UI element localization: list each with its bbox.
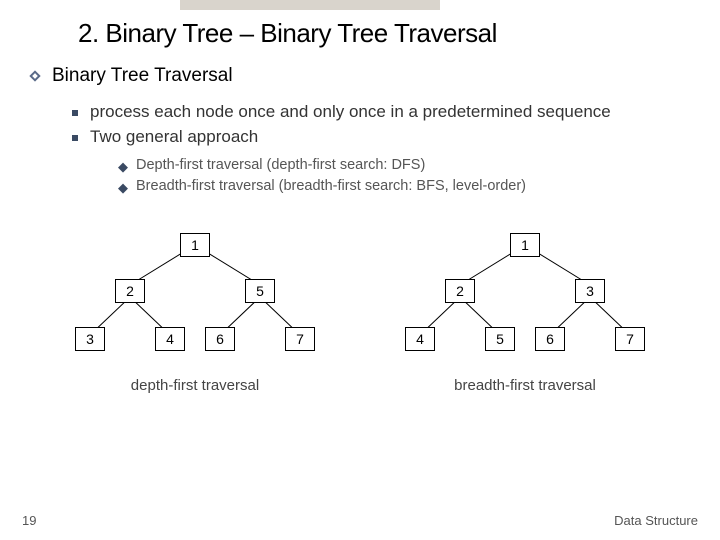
tree-node: 1 [180, 233, 210, 257]
tree-node: 1 [510, 233, 540, 257]
tree-node: 7 [285, 327, 315, 351]
tree-caption-dfs: depth-first traversal [45, 377, 345, 394]
trees-row: 1 2 5 3 4 6 7 1 2 3 4 5 6 7 [0, 199, 720, 373]
diamond-icon [28, 69, 42, 83]
sub-bullet-item: ◆ Depth-first traversal (depth-first sea… [118, 157, 720, 175]
bullet-list: process each node once and only once in … [0, 93, 720, 149]
sub-bullet-item: ◆ Breadth-first traversal (breadth-first… [118, 178, 720, 196]
tree-caption-bfs: breadth-first traversal [375, 377, 675, 394]
tree-node: 5 [485, 327, 515, 351]
square-bullet-icon [72, 110, 78, 116]
subtitle-row: Binary Tree Traversal [0, 53, 720, 93]
tree-node: 2 [115, 279, 145, 303]
footer-label: Data Structure [614, 513, 698, 528]
tree-node: 4 [155, 327, 185, 351]
captions-row: depth-first traversal breadth-first trav… [0, 373, 720, 394]
tree-node: 6 [205, 327, 235, 351]
tree-depth-first: 1 2 5 3 4 6 7 [45, 223, 345, 373]
subtitle: Binary Tree Traversal [52, 65, 233, 87]
tree-breadth-first: 1 2 3 4 5 6 7 [375, 223, 675, 373]
tree-node: 2 [445, 279, 475, 303]
bullet-item: process each node once and only once in … [72, 101, 720, 124]
tree-node: 3 [75, 327, 105, 351]
page-number: 19 [22, 513, 36, 528]
decorative-bar [180, 0, 440, 10]
sub-bullet-text: Depth-first traversal (depth-first searc… [136, 157, 425, 173]
tree-node: 7 [615, 327, 645, 351]
tree-node: 6 [535, 327, 565, 351]
arrow-bullet-icon: ◆ [118, 180, 128, 196]
square-bullet-icon [72, 135, 78, 141]
bullet-item: Two general approach [72, 126, 720, 149]
bullet-text: Two general approach [90, 126, 258, 149]
sub-bullet-list: ◆ Depth-first traversal (depth-first sea… [0, 151, 720, 196]
bullet-text: process each node once and only once in … [90, 101, 611, 124]
sub-bullet-text: Breadth-first traversal (breadth-first s… [136, 178, 526, 194]
arrow-bullet-icon: ◆ [118, 159, 128, 175]
tree-node: 4 [405, 327, 435, 351]
tree-node: 5 [245, 279, 275, 303]
tree-node: 3 [575, 279, 605, 303]
